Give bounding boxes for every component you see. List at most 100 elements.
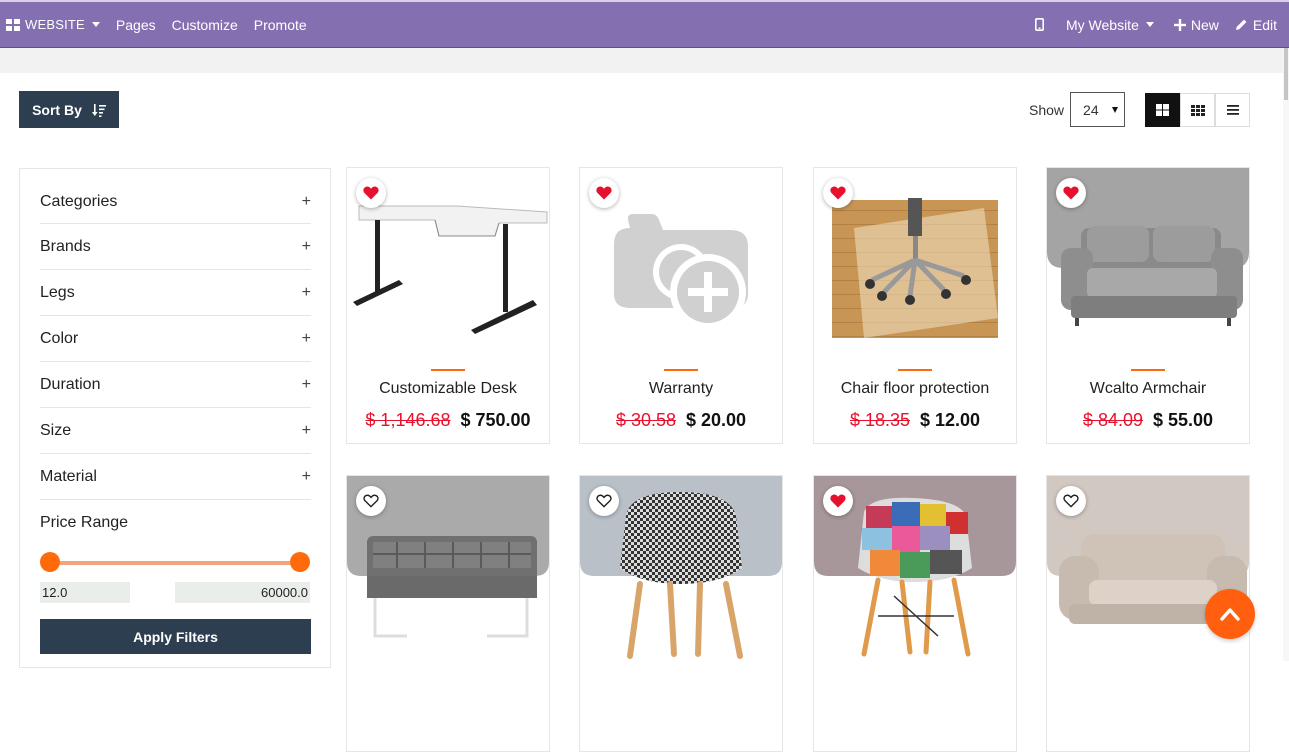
menu-promote[interactable]: Promote <box>246 2 315 47</box>
product-card[interactable]: Chair floor protection $ 18.35 $ 12.00 <box>813 167 1017 444</box>
wishlist-toggle[interactable] <box>589 486 619 516</box>
filter-label: Legs <box>40 283 75 301</box>
list-view-button[interactable] <box>1215 93 1250 127</box>
plus-icon <box>1173 18 1186 31</box>
pencil-icon <box>1235 19 1247 30</box>
heart-filled-icon <box>830 186 846 200</box>
scrollbar-thumb[interactable] <box>1284 48 1288 100</box>
price-slider-min-handle[interactable] <box>40 552 60 572</box>
product-card[interactable]: Customizable Desk $ 1,146.68 $ 750.00 <box>346 167 550 444</box>
expand-plus-icon: + <box>301 237 311 255</box>
filter-label: Color <box>40 329 79 347</box>
menu-customize[interactable]: Customize <box>164 2 246 47</box>
wishlist-toggle[interactable] <box>823 486 853 516</box>
grid-large-icon <box>1156 104 1169 116</box>
expand-plus-icon: + <box>301 421 311 439</box>
grid-large-view-button[interactable] <box>1145 93 1180 127</box>
page-size-select[interactable]: 24 <box>1070 92 1126 127</box>
mobile-preview-button[interactable] <box>1027 2 1058 47</box>
original-price: $ 1,146.68 <box>365 410 451 430</box>
wishlist-toggle[interactable] <box>823 178 853 208</box>
product-prices: $ 84.09 $ 55.00 <box>1047 410 1249 431</box>
price-range-title: Price Range <box>40 514 129 531</box>
original-price: $ 30.58 <box>615 410 676 430</box>
website-selector[interactable]: My Website <box>1058 2 1162 47</box>
grid-small-icon <box>1190 104 1205 116</box>
edit-button-label: Edit <box>1252 16 1277 33</box>
sale-price: $ 55.00 <box>1153 410 1214 430</box>
expand-plus-icon: + <box>301 467 311 485</box>
expand-plus-icon: + <box>301 329 311 347</box>
filter-label: Categories <box>40 193 118 210</box>
heart-outline-icon <box>363 494 379 508</box>
apps-grid-icon <box>6 18 20 31</box>
wishlist-toggle[interactable] <box>356 486 386 516</box>
product-card[interactable]: Wcalto Armchair $ 84.09 $ 55.00 <box>1046 167 1250 444</box>
price-max-input[interactable]: 60000.0 <box>175 582 310 603</box>
caret-down-icon <box>91 22 100 27</box>
filter-label: Material <box>40 467 97 485</box>
filter-categories[interactable]: Categories + <box>40 181 311 224</box>
new-button-label: New <box>1190 16 1219 33</box>
title-accent-line <box>898 369 932 371</box>
page-size-value: 24 <box>1083 101 1099 118</box>
heart-filled-icon <box>596 186 612 200</box>
product-card[interactable]: Warranty $ 30.58 $ 20.00 <box>579 167 783 444</box>
filter-label: Size <box>40 421 72 439</box>
new-button[interactable]: New <box>1162 2 1227 47</box>
product-prices: $ 30.58 $ 20.00 <box>580 410 782 431</box>
list-icon <box>1226 105 1239 115</box>
sort-by-label: Sort By <box>32 101 82 118</box>
website-menu-label: WEBSITE <box>25 17 85 32</box>
product-prices: $ 1,146.68 $ 750.00 <box>347 410 549 431</box>
edit-button[interactable]: Edit <box>1227 2 1285 47</box>
show-label: Show <box>1029 101 1065 118</box>
price-slider-max-handle[interactable] <box>290 552 310 572</box>
wishlist-toggle[interactable] <box>589 178 619 208</box>
expand-plus-icon: + <box>301 375 311 393</box>
mobile-icon <box>1034 18 1044 31</box>
page-size-control: Show 24 <box>1029 92 1126 127</box>
product-card[interactable] <box>813 475 1017 752</box>
filter-duration[interactable]: Duration + <box>40 362 311 408</box>
product-name[interactable]: Wcalto Armchair <box>1047 380 1249 398</box>
sale-price: $ 750.00 <box>460 410 531 430</box>
product-prices: $ 18.35 $ 12.00 <box>814 410 1016 431</box>
sort-by-button[interactable]: Sort By <box>19 91 119 128</box>
product-name[interactable]: Chair floor protection <box>814 380 1016 398</box>
sort-icon <box>91 103 106 117</box>
product-card[interactable] <box>346 475 550 752</box>
expand-plus-icon: + <box>301 193 311 210</box>
expand-plus-icon: + <box>301 283 311 301</box>
heart-filled-icon <box>1063 186 1079 200</box>
filter-size[interactable]: Size + <box>40 408 311 454</box>
price-min-input[interactable]: 12.0 <box>40 582 130 603</box>
caret-down-icon <box>1112 107 1119 113</box>
heart-filled-icon <box>830 494 846 508</box>
filter-legs[interactable]: Legs + <box>40 270 311 316</box>
grid-small-view-button[interactable] <box>1180 93 1215 127</box>
chevron-up-icon <box>1220 608 1240 621</box>
filter-brands[interactable]: Brands + <box>40 224 311 270</box>
scroll-to-top-button[interactable] <box>1205 589 1255 639</box>
breadcrumb-strip <box>0 48 1283 73</box>
page-scrollbar[interactable] <box>1283 48 1289 661</box>
wishlist-toggle[interactable] <box>1056 486 1086 516</box>
menu-pages[interactable]: Pages <box>108 2 164 47</box>
website-menu[interactable]: WEBSITE <box>0 2 108 47</box>
caret-down-icon <box>1145 22 1154 27</box>
wishlist-toggle[interactable] <box>1056 178 1086 208</box>
filter-material[interactable]: Material + <box>40 454 311 500</box>
title-accent-line <box>664 369 698 371</box>
sale-price: $ 12.00 <box>920 410 981 430</box>
filter-color[interactable]: Color + <box>40 316 311 362</box>
apply-filters-button[interactable]: Apply Filters <box>40 619 311 654</box>
product-name[interactable]: Warranty <box>580 380 782 398</box>
wishlist-toggle[interactable] <box>356 178 386 208</box>
title-accent-line <box>1131 369 1165 371</box>
product-card[interactable] <box>579 475 783 752</box>
filter-sidebar: Categories + Brands + Legs + Color + Dur… <box>19 168 331 668</box>
product-name[interactable]: Customizable Desk <box>347 380 549 398</box>
price-slider-track[interactable] <box>50 561 300 565</box>
heart-filled-icon <box>363 186 379 200</box>
